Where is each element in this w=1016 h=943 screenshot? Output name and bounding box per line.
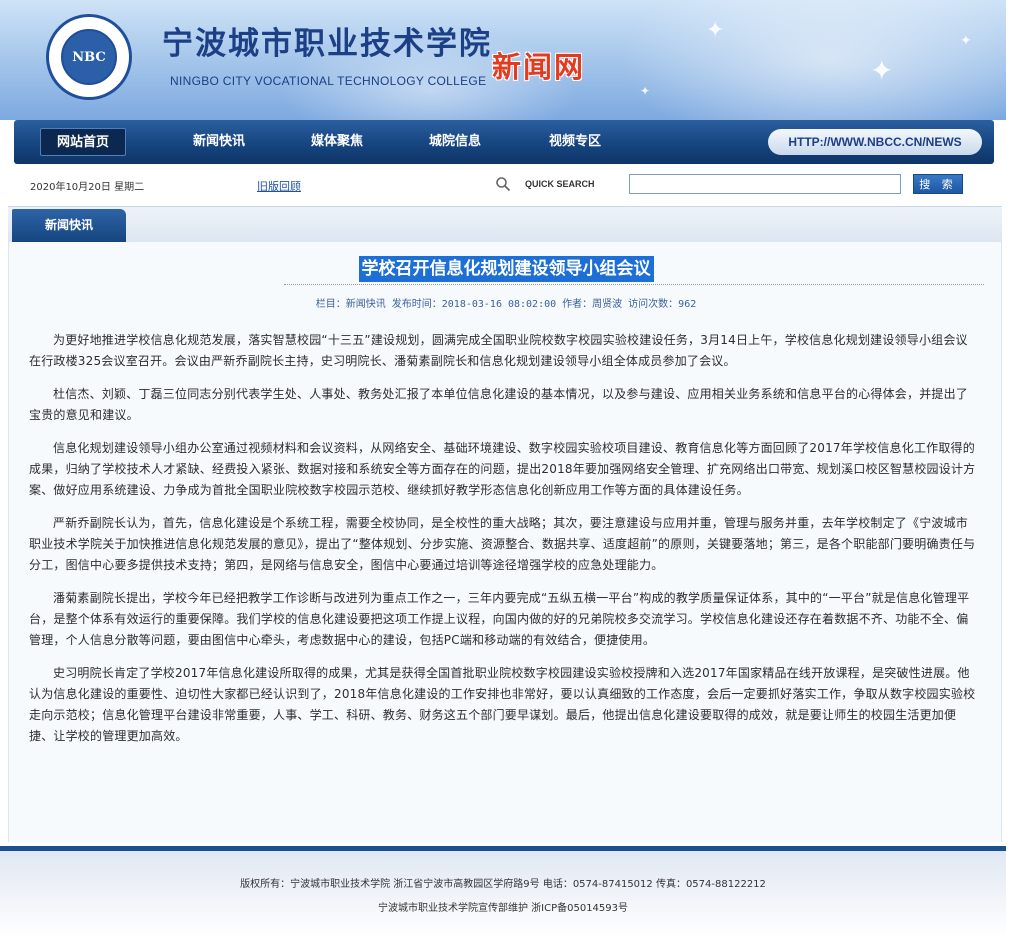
college-name-cn: 宁波城市职业技术学院 [162,26,492,62]
nav-item-news[interactable]: 新闻快讯 [174,128,264,156]
article-body: 为更好地推进学校信息化规范发展，落实智慧校园“十三五”建设规划，圆满完成全国职业… [29,330,979,759]
article-meta: 栏目：新闻快讯 发布时间：2018-03-16 08:02:00 作者：周贤波 … [315,299,697,310]
article-title-wrap: 学校召开信息化规划建设领导小组会议 [9,256,1003,282]
footer: 版权所有：宁波城市职业技术学院 浙江省宁波市高教园区学府路9号 电话：0574-… [0,851,1006,939]
college-logo[interactable]: NBC [46,14,132,100]
title-divider [284,284,984,285]
sparkle-icon: ✦ [706,18,725,43]
nav-item-home[interactable]: 网站首页 [40,128,126,156]
sparkle-icon: ✦ [960,33,972,49]
header-banner: ✦ ✦ ✦ ✦ NBC 宁波城市职业技术学院 NINGBO CITY VOCAT… [0,0,1006,120]
quick-search-label: QUICK SEARCH [525,179,595,189]
section-tab-news[interactable]: 新闻快讯 [12,209,126,242]
article-paragraph: 为更好地推进学校信息化规范发展，落实智慧校园“十三五”建设规划，圆满完成全国职业… [29,333,968,368]
footer-icp: 宁波城市职业技术学院宣传部维护 浙ICP备05014593号 [377,903,629,914]
article-paragraph: 潘菊素副院长提出，学校今年已经把教学工作诊断与改进列为重点工作之一，三年内要完成… [29,591,970,647]
article-panel: 学校召开信息化规划建设领导小组会议 栏目：新闻快讯 发布时间：2018-03-1… [8,242,1002,842]
nav-item-video[interactable]: 视频专区 [530,128,620,156]
article-paragraph: 信息化规划建设领导小组办公室通过视频材料和会议资料，从网络安全、基础环境建设、数… [29,441,976,497]
sparkle-icon: ✦ [640,84,651,98]
search-button[interactable]: 搜 索 [913,174,963,194]
banner-glow [620,0,1006,120]
main-nav: 网站首页 新闻快讯 媒体聚焦 城院信息 视频专区 HTTP://WWW.NBCC… [14,120,994,164]
nav-item-media[interactable]: 媒体聚焦 [292,128,382,156]
college-name-en: NINGBO CITY VOCATIONAL TECHNOLOGY COLLEG… [170,74,487,88]
footer-copyright: 版权所有：宁波城市职业技术学院 浙江省宁波市高教园区学府路9号 电话：0574-… [240,879,766,890]
college-logo-mark: NBC [61,29,117,85]
archive-link[interactable]: 旧版回顾 [257,178,301,194]
info-search-row: 2020年10月20日 星期二 旧版回顾 QUICK SEARCH 搜 索 [0,170,1016,200]
site-name: 新闻网 [492,50,586,84]
article-title: 学校召开信息化规划建设领导小组会议 [358,256,654,282]
article-paragraph: 史习明院长肯定了学校2017年信息化建设所取得的成果，尤其是获得全国首批职业院校… [29,666,976,743]
search-icon [496,177,511,192]
article-paragraph: 严新乔副院长认为，首先，信息化建设是个系统工程，需要全校协同，是全校性的重大战略… [29,516,976,572]
current-date: 2020年10月20日 星期二 [30,182,145,193]
sparkle-icon: ✦ [870,54,894,87]
nav-item-campus[interactable]: 城院信息 [410,128,500,156]
site-url-badge[interactable]: HTTP://WWW.NBCC.CN/NEWS [768,129,982,155]
section-bar: 新闻快讯 [8,206,1002,242]
article-paragraph: 杜信杰、刘颖、丁磊三位同志分别代表学生处、人事处、教务处汇报了本单位信息化建设的… [29,387,969,422]
search-input[interactable] [629,174,901,194]
